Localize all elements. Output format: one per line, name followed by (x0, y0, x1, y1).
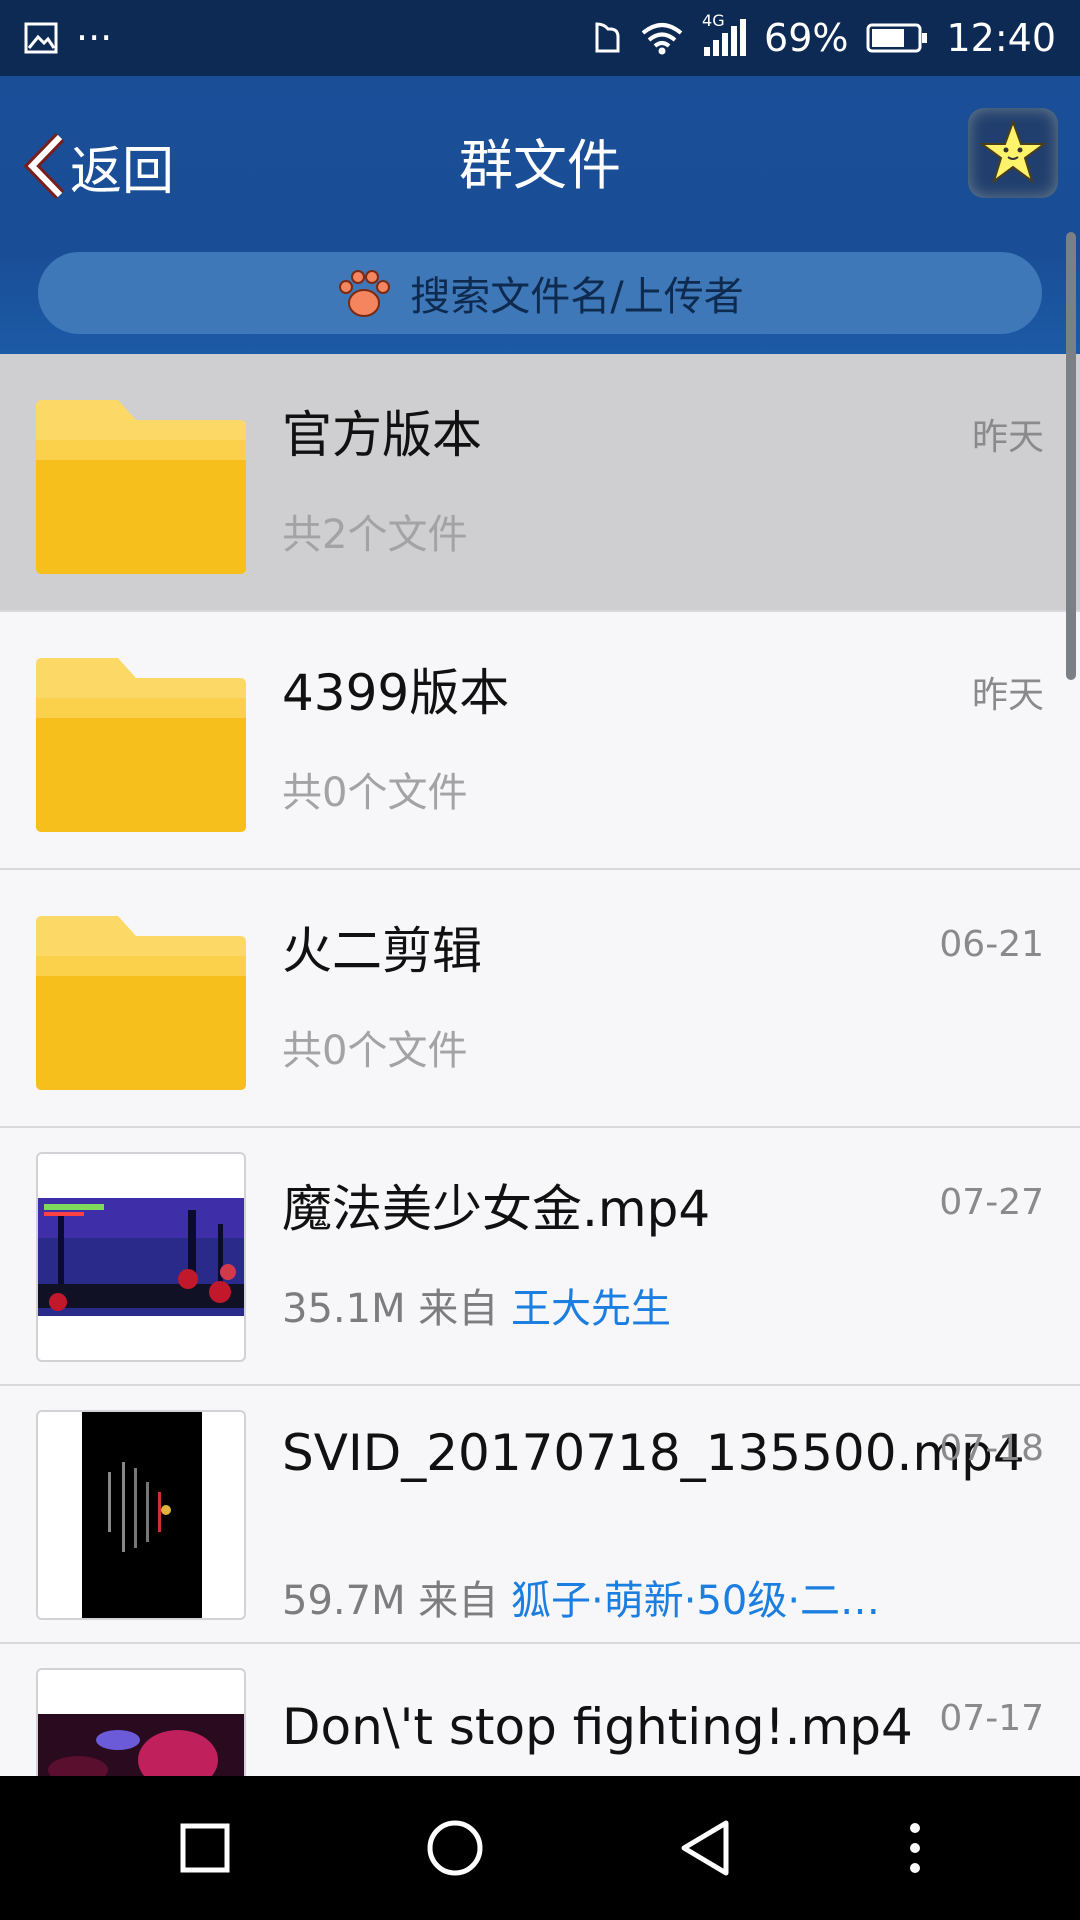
file-date: 07-18 (939, 1428, 1044, 1469)
video-thumbnail (36, 1410, 246, 1620)
file-count: 共2个文件 (282, 512, 468, 558)
file-list: 官方版本 共2个文件 昨天 4399版本 共0个文件 昨天 火二剪辑 共0个文件… (0, 354, 1080, 1776)
more-notifications-indicator: ··· (76, 16, 113, 60)
back-nav-button[interactable] (645, 1788, 765, 1908)
clock: 12:40 (946, 16, 1056, 60)
video-thumbnail (36, 1152, 246, 1362)
list-item-video[interactable]: Don\'t stop fighting!.mp4 07-17 (0, 1644, 1080, 1776)
file-name: 魔法美少女金.mp4 (282, 1180, 711, 1238)
from-label: 来自 (418, 1286, 499, 1332)
paw-icon (336, 267, 392, 319)
search-placeholder: 搜索文件名/上传者 (410, 274, 744, 320)
list-item-video[interactable]: SVID_20170718_135500.mp4 59.7M 来自 狐子·萌新·… (0, 1386, 1080, 1644)
list-scrollbar[interactable] (1066, 232, 1076, 680)
file-date: 06-21 (939, 924, 1044, 965)
status-bar: ··· 4G 69% 12:40 (0, 0, 1080, 76)
list-item-folder[interactable]: 4399版本 共0个文件 昨天 (0, 612, 1080, 870)
star-mascot-icon (978, 118, 1048, 188)
star-mascot-button[interactable] (968, 108, 1058, 198)
file-meta: 59.7M 来自 狐子·萌新·50级·二… (282, 1568, 880, 1626)
file-size: 59.7M (282, 1578, 406, 1624)
file-date: 07-17 (939, 1698, 1044, 1739)
circle-icon (427, 1820, 483, 1876)
battery-icon (866, 22, 928, 54)
app-header: 返回 群文件 搜索文件名/上传者 (0, 76, 1080, 354)
cellular-signal-icon: 4G (702, 11, 747, 57)
battery-percent: 69% (764, 16, 849, 60)
network-type-label: 4G (702, 11, 725, 30)
search-input[interactable]: 搜索文件名/上传者 (38, 252, 1042, 334)
square-icon (180, 1823, 230, 1873)
from-label: 来自 (418, 1578, 499, 1624)
file-name: 火二剪辑 (282, 922, 482, 980)
image-notification-icon (24, 22, 58, 54)
folder-icon (36, 400, 246, 574)
file-meta: 35.1M 来自 王大先生 (282, 1276, 671, 1334)
file-count: 共0个文件 (282, 770, 468, 816)
folder-icon (36, 658, 246, 832)
page-title: 群文件 (459, 134, 621, 197)
file-name: SVID_20170718_135500.mp4 (282, 1424, 1025, 1482)
home-button[interactable] (395, 1788, 515, 1908)
file-date: 07-27 (939, 1182, 1044, 1223)
file-name: Don\'t stop fighting!.mp4 (282, 1698, 913, 1756)
do-not-disturb-icon (592, 21, 622, 55)
file-date: 昨天 (971, 675, 1044, 716)
file-size: 35.1M (282, 1286, 406, 1332)
system-nav-bar (0, 1776, 1080, 1920)
recent-apps-button[interactable] (145, 1788, 265, 1908)
folder-icon (36, 916, 246, 1090)
file-name: 官方版本 (282, 406, 482, 464)
uploader-link[interactable]: 王大先生 (511, 1286, 671, 1332)
uploader-link[interactable]: 狐子·萌新·50级·二… (511, 1578, 880, 1624)
list-item-video[interactable]: 魔法美少女金.mp4 35.1M 来自 王大先生 07-27 (0, 1128, 1080, 1386)
file-date: 昨天 (971, 417, 1044, 458)
more-options-button[interactable] (895, 1788, 935, 1908)
wifi-icon (640, 21, 684, 55)
list-item-folder[interactable]: 火二剪辑 共0个文件 06-21 (0, 870, 1080, 1128)
file-count: 共0个文件 (282, 1028, 468, 1074)
list-item-folder[interactable]: 官方版本 共2个文件 昨天 (0, 354, 1080, 612)
file-name: 4399版本 (282, 664, 510, 722)
vertical-dots-icon (910, 1823, 920, 1873)
triangle-back-icon (681, 1820, 729, 1876)
video-thumbnail (36, 1668, 246, 1776)
